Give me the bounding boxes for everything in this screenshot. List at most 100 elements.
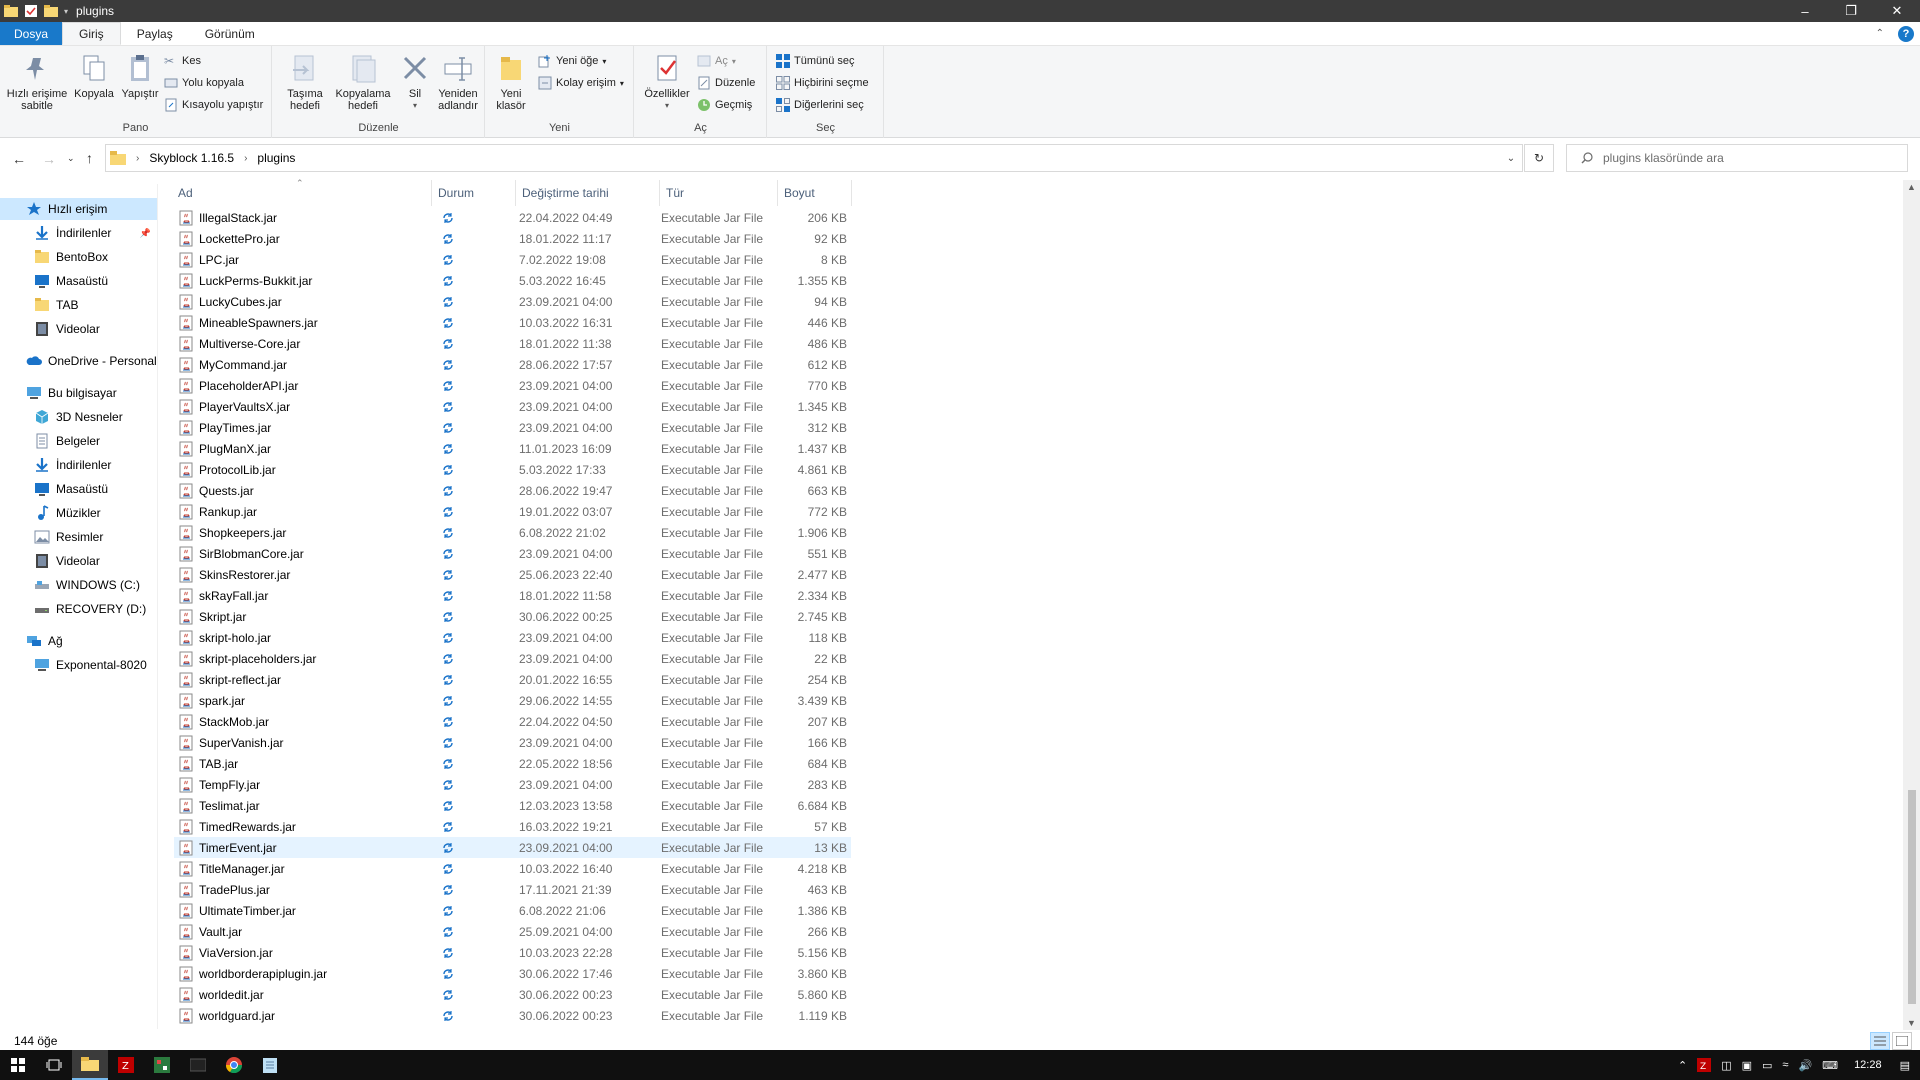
file-row[interactable]: TimerEvent.jar 23.09.2021 04:00 Executable…	[174, 837, 851, 858]
file-row[interactable]: spark.jar 29.06.2022 14:55 Executable Jar …	[174, 690, 851, 711]
file-name-cell[interactable]: worldborderapiplugin.jar	[174, 966, 431, 982]
file-row[interactable]: SirBlobmanCore.jar 23.09.2021 04:00 Execut…	[174, 543, 851, 564]
file-name-cell[interactable]: TAB.jar	[174, 756, 431, 772]
file-row[interactable]: LPC.jar 7.02.2022 19:08 Executable Jar Fil…	[174, 249, 851, 270]
file-row[interactable]: LuckyCubes.jar 23.09.2021 04:00 Executable…	[174, 291, 851, 312]
file-row[interactable]: StackMob.jar 22.04.2022 04:50 Executable J…	[174, 711, 851, 732]
file-row[interactable]: worldborderapiplugin.jar 30.06.2022 17:46…	[174, 963, 851, 984]
file-row[interactable]: Rankup.jar 19.01.2022 03:07 Executable Jar…	[174, 501, 851, 522]
column-header-status[interactable]: Durum	[432, 180, 516, 206]
file-name-cell[interactable]: Rankup.jar	[174, 504, 431, 520]
breadcrumb-plugins[interactable]: plugins	[257, 151, 295, 165]
select-none-button[interactable]: Hiçbirini seçme	[776, 76, 869, 90]
tray-wifi-icon[interactable]: ≈	[1782, 1059, 1788, 1071]
paste-button[interactable]: Yapıştır	[118, 52, 162, 100]
tab-gorunum[interactable]: Görünüm	[189, 22, 271, 45]
file-name-cell[interactable]: SkinsRestorer.jar	[174, 567, 431, 583]
file-name-cell[interactable]: TempFly.jar	[174, 777, 431, 793]
file-name-cell[interactable]: LuckyCubes.jar	[174, 294, 431, 310]
file-name-cell[interactable]: Multiverse-Core.jar	[174, 336, 431, 352]
tray-chevron-icon[interactable]: ⌃	[1678, 1059, 1687, 1072]
up-arrow-icon[interactable]: ↑	[86, 150, 93, 166]
file-row[interactable]: IllegalStack.jar 22.04.2022 04:49 Executab…	[174, 207, 851, 228]
file-name-cell[interactable]: worldedit.jar	[174, 987, 431, 1003]
file-name-cell[interactable]: TitleManager.jar	[174, 861, 431, 877]
file-name-cell[interactable]: UltimateTimber.jar	[174, 903, 431, 919]
nav-this-pc[interactable]: Bu bilgisayar	[0, 382, 157, 404]
start-button[interactable]	[0, 1050, 36, 1080]
details-view-button[interactable]	[1870, 1032, 1890, 1050]
file-row[interactable]: Quests.jar 28.06.2022 19:47 Executable Jar…	[174, 480, 851, 501]
notification-icon[interactable]: ▤	[1900, 1059, 1910, 1072]
open-button[interactable]: Aç ▾	[697, 54, 736, 68]
file-name-cell[interactable]: LPC.jar	[174, 252, 431, 268]
file-name-cell[interactable]: LockettePro.jar	[174, 231, 431, 247]
file-row[interactable]: LockettePro.jar 18.01.2022 11:17 Executabl…	[174, 228, 851, 249]
rename-button[interactable]: Yeniden adlandır	[433, 52, 483, 112]
tray-tablet-icon[interactable]: ▭	[1762, 1059, 1772, 1072]
move-to-button[interactable]: Taşıma hedefi	[279, 52, 331, 112]
vertical-scrollbar[interactable]: ▲ ▼	[1903, 180, 1920, 1030]
file-name-cell[interactable]: TimedRewards.jar	[174, 819, 431, 835]
file-name-cell[interactable]: PlayTimes.jar	[174, 420, 431, 436]
properties-button[interactable]: Özellikler ▾	[641, 52, 693, 112]
edit-button[interactable]: Düzenle	[697, 76, 755, 90]
nav-onedrive[interactable]: OneDrive - Personal	[0, 350, 157, 372]
scroll-up-icon[interactable]: ▲	[1903, 182, 1920, 192]
taskbar-filezilla[interactable]: Z	[108, 1050, 144, 1080]
file-row[interactable]: SkinsRestorer.jar 25.06.2023 22:40 Executa…	[174, 564, 851, 585]
file-name-cell[interactable]: ViaVersion.jar	[174, 945, 431, 961]
file-name-cell[interactable]: StackMob.jar	[174, 714, 431, 730]
collapse-ribbon-chevron-icon[interactable]: ⌃	[1876, 28, 1884, 39]
nav-item-computer-exponental[interactable]: Exponental-8020	[0, 654, 157, 676]
tray-language-icon[interactable]: ⌨	[1822, 1059, 1838, 1072]
file-row[interactable]: PlayTimes.jar 23.09.2021 04:00 Executable …	[174, 417, 851, 438]
copy-to-button[interactable]: Kopyalama hedefi	[331, 52, 395, 112]
file-name-cell[interactable]: Quests.jar	[174, 483, 431, 499]
tray-filezilla-icon[interactable]: Z	[1697, 1058, 1712, 1072]
file-name-cell[interactable]: MyCommand.jar	[174, 357, 431, 373]
file-row[interactable]: PlayerVaultsX.jar 23.09.2021 04:00 Executa…	[174, 396, 851, 417]
file-name-cell[interactable]: ProtocolLib.jar	[174, 462, 431, 478]
easy-access-button[interactable]: Kolay erişim ▾	[538, 76, 624, 90]
tab-dosya[interactable]: Dosya	[0, 22, 63, 45]
column-header-date[interactable]: Değiştirme tarihi	[516, 180, 660, 206]
pane-divider[interactable]	[157, 184, 158, 1029]
pin-quick-access-button[interactable]: Hızlı erişime sabitle	[6, 52, 68, 112]
nav-item-bentobox[interactable]: BentoBox	[0, 246, 157, 268]
file-row[interactable]: MyCommand.jar 28.06.2022 17:57 Executable …	[174, 354, 851, 375]
file-row[interactable]: TradePlus.jar 17.11.2021 21:39 Executable …	[174, 879, 851, 900]
file-row[interactable]: Shopkeepers.jar 6.08.2022 21:02 Executable…	[174, 522, 851, 543]
forward-arrow-icon[interactable]: →	[42, 151, 56, 167]
cut-button[interactable]: ✂ Kes	[164, 54, 201, 68]
file-row[interactable]: LuckPerms-Bukkit.jar 5.03.2022 16:45 Execu…	[174, 270, 851, 291]
tray-volume-icon[interactable]: 🔊	[1798, 1059, 1812, 1072]
scroll-thumb[interactable]	[1908, 790, 1916, 1004]
nav-item-downloads-pc[interactable]: İndirilenler	[0, 454, 157, 476]
delete-dropdown-icon[interactable]: ▾	[413, 100, 417, 112]
customize-quick-access-chevron-icon[interactable]: ▾	[64, 7, 68, 16]
file-row[interactable]: worldguard.jar 30.06.2022 00:23 Executable…	[174, 1005, 851, 1026]
taskbar-app-grid[interactable]	[144, 1050, 180, 1080]
file-name-cell[interactable]: skRayFall.jar	[174, 588, 431, 604]
file-row[interactable]: ViaVersion.jar 10.03.2023 22:28 Executable…	[174, 942, 851, 963]
file-name-cell[interactable]: Vault.jar	[174, 924, 431, 940]
file-row[interactable]: TempFly.jar 23.09.2021 04:00 Executable Ja…	[174, 774, 851, 795]
maximize-button[interactable]: ❐	[1828, 0, 1874, 22]
taskbar-app-blank[interactable]	[180, 1050, 216, 1080]
file-row[interactable]: SuperVanish.jar 23.09.2021 04:00 Executabl…	[174, 732, 851, 753]
properties-dropdown-icon[interactable]: ▾	[665, 100, 669, 112]
invert-selection-button[interactable]: Diğerlerini seç	[776, 98, 864, 112]
file-row[interactable]: Teslimat.jar 12.03.2023 13:58 Executable J…	[174, 795, 851, 816]
file-row[interactable]: TitleManager.jar 10.03.2022 16:40 Executab…	[174, 858, 851, 879]
column-header-size[interactable]: Boyut	[778, 180, 852, 206]
file-name-cell[interactable]: SirBlobmanCore.jar	[174, 546, 431, 562]
task-view-button[interactable]	[36, 1050, 72, 1080]
file-name-cell[interactable]: MineableSpawners.jar	[174, 315, 431, 331]
back-arrow-icon[interactable]: ←	[12, 151, 26, 167]
file-name-cell[interactable]: Shopkeepers.jar	[174, 525, 431, 541]
file-name-cell[interactable]: Teslimat.jar	[174, 798, 431, 814]
file-row[interactable]: PlugManX.jar 11.01.2023 16:09 Executable J…	[174, 438, 851, 459]
nav-item-downloads[interactable]: İndirilenler 📌	[0, 222, 157, 244]
scroll-down-icon[interactable]: ▼	[1903, 1018, 1920, 1028]
